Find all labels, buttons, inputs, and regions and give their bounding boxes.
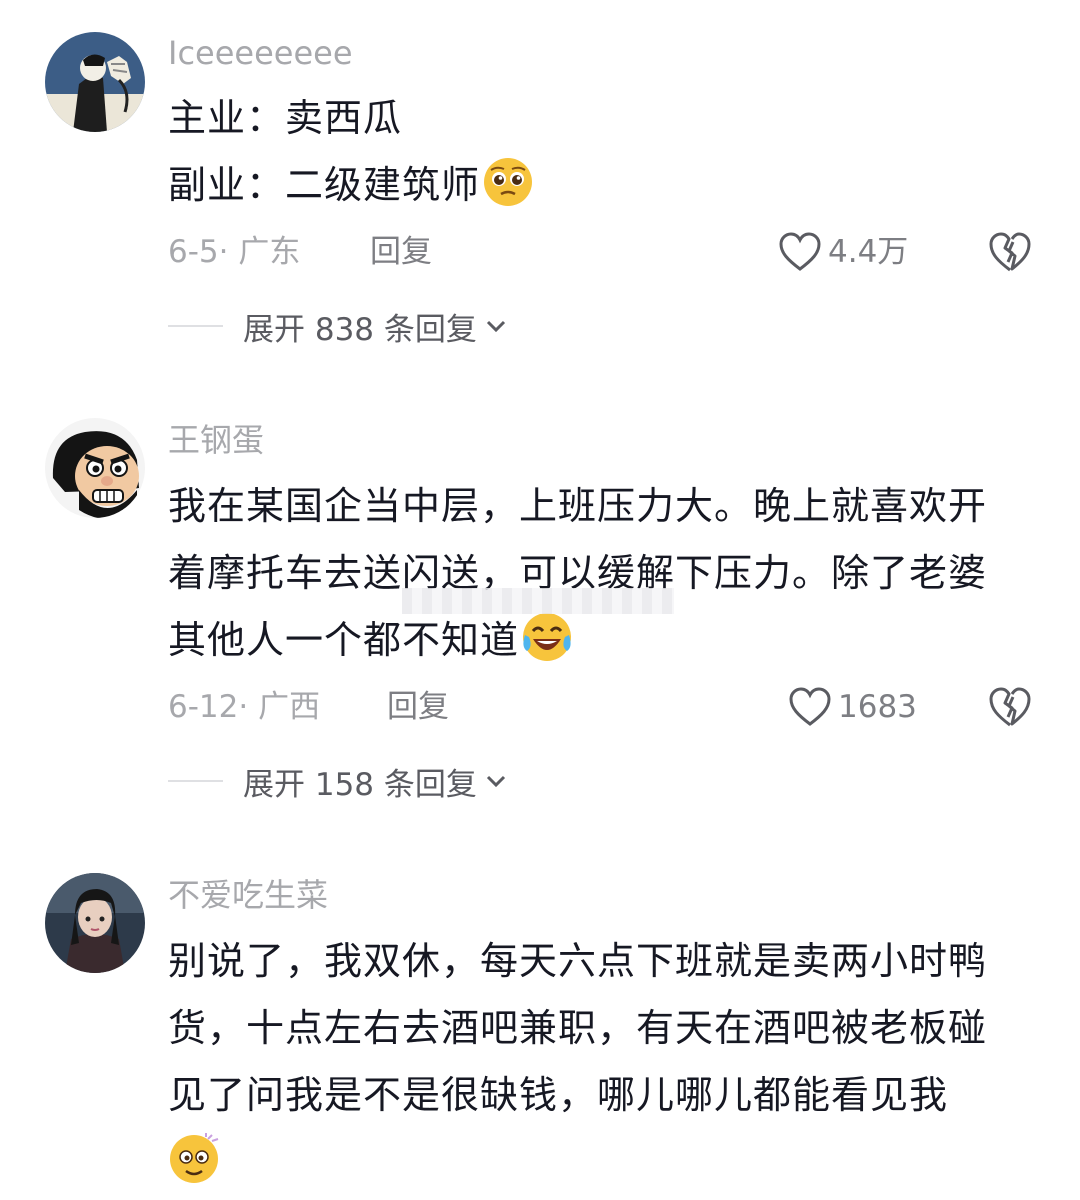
date-location: 6-5· 广东 — [168, 234, 301, 270]
comment-meta: 6-12· 广西 回复 1683 — [168, 687, 1080, 727]
comment-line: 我在某国企当中层，上班压力大。晚上就喜欢开 — [168, 484, 988, 528]
comment-line: 货，十点左右去酒吧兼职，有天在酒吧被老板碰 — [168, 1006, 988, 1050]
redaction-overlay — [402, 588, 674, 614]
like-count: 4.4万 — [828, 234, 909, 270]
username[interactable]: 不爱吃生菜 — [168, 875, 328, 915]
chevron-down-icon — [486, 775, 505, 788]
broken-heart-icon[interactable] — [988, 683, 1032, 731]
comment-line — [168, 1129, 1028, 1196]
rolling-laughing-emoji — [523, 613, 572, 661]
username[interactable]: 王钢蛋 — [168, 420, 264, 460]
pleading-face-emoji — [484, 158, 533, 206]
date-location: 6-12· 广西 — [168, 689, 321, 725]
comment-line-text: 副业：二级建筑师 — [168, 163, 481, 207]
dizzy-face-emoji — [170, 1133, 219, 1183]
like-button[interactable]: 1683 — [788, 683, 917, 731]
avatar[interactable] — [45, 418, 145, 518]
heart-outline-icon — [789, 687, 831, 726]
expand-replies-button[interactable]: 展开 158 条回复 — [168, 761, 507, 803]
comment-line: 副业：二级建筑师 — [168, 152, 1028, 219]
comment-line: 别说了，我双休，每天六点下班就是卖两小时鸭 — [168, 939, 988, 983]
reply-button[interactable]: 回复 — [387, 687, 449, 727]
comment-line-text: 其他人一个都不知道 — [168, 618, 520, 662]
comment-text: 主业：卖西瓜 副业：二级建筑师 — [168, 85, 1028, 219]
chevron-down-icon — [486, 320, 505, 333]
expand-replies-label: 展开 838 条回复 — [243, 311, 477, 348]
broken-heart-icon[interactable] — [988, 228, 1032, 276]
username[interactable]: Iceeeeeeee — [168, 33, 353, 73]
comment-text: 别说了，我双休，每天六点下班就是卖两小时鸭 货，十点左右去酒吧兼职，有天在酒吧被… — [168, 928, 1028, 1196]
comment-meta: 6-5· 广东 回复 4.4万 — [168, 232, 1080, 272]
reply-button[interactable]: 回复 — [370, 232, 432, 272]
expand-replies-button[interactable]: 展开 838 条回复 — [168, 306, 507, 348]
comment-line: 主业：卖西瓜 — [168, 96, 403, 140]
comment-line: 见了问我是不是很缺钱，哪儿哪儿都能看见我 — [168, 1073, 949, 1117]
like-button[interactable]: 4.4万 — [778, 228, 908, 276]
comment-text: 我在某国企当中层，上班压力大。晚上就喜欢开 着摩托车去送闪送，可以缓解下压力。除… — [168, 473, 1028, 674]
avatar[interactable] — [45, 873, 145, 973]
divider — [168, 780, 223, 782]
like-count: 1683 — [838, 689, 917, 725]
comment-line: 其他人一个都不知道 — [168, 607, 1028, 674]
heart-outline-icon — [779, 232, 821, 271]
avatar[interactable] — [45, 32, 145, 132]
expand-replies-label: 展开 158 条回复 — [243, 766, 477, 803]
divider — [168, 325, 223, 327]
